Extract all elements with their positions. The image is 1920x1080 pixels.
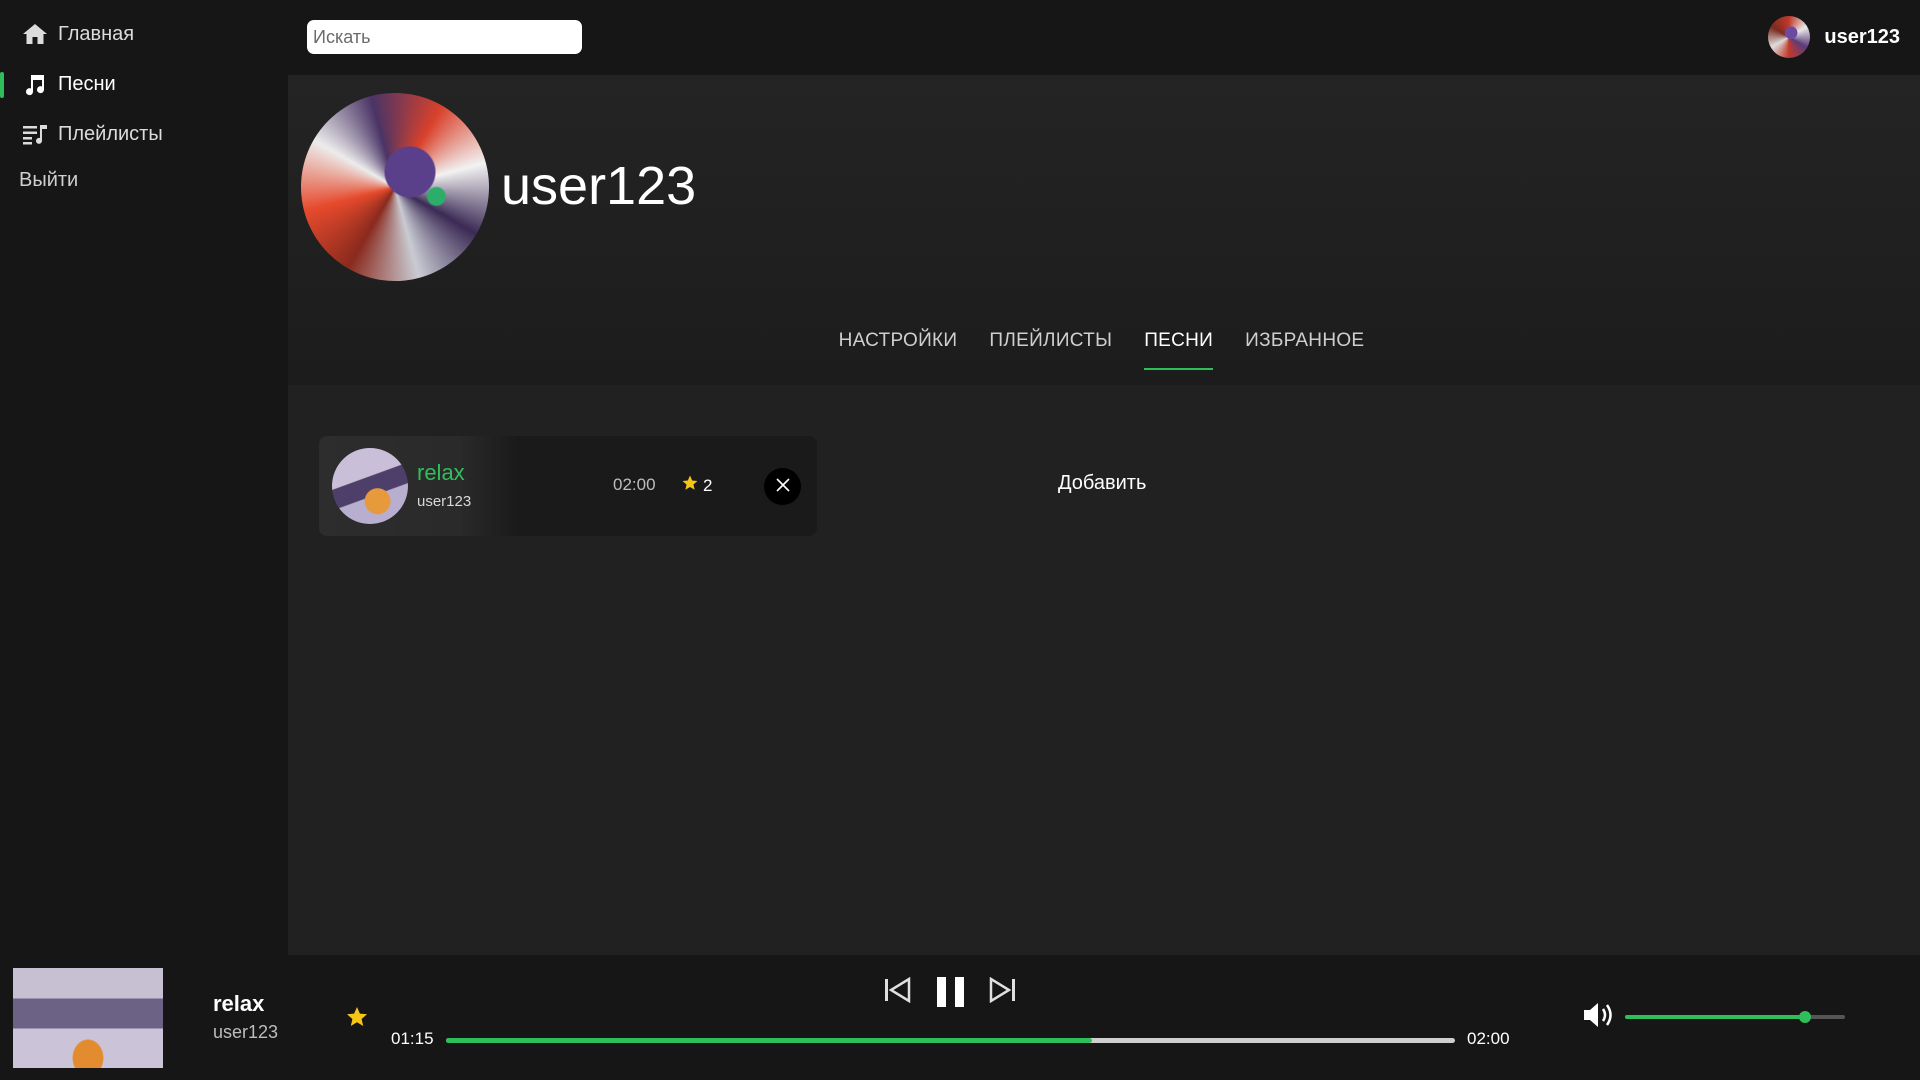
player-cover: [13, 968, 163, 1068]
music-note-icon: [22, 71, 48, 97]
home-icon: [22, 21, 48, 47]
player-artist: user123: [213, 1022, 279, 1042]
add-song-button[interactable]: Добавить: [1058, 472, 1146, 495]
sidebar: Главная Песни Плейлисты Выйти: [0, 0, 288, 955]
playlist-icon: [22, 121, 48, 147]
avatar: [1768, 16, 1811, 58]
pause-button[interactable]: [935, 975, 967, 1012]
volume-icon[interactable]: [1582, 1000, 1616, 1035]
song-duration: 02:00: [613, 475, 656, 494]
top-user-name: user123: [1824, 25, 1900, 48]
sidebar-item-label: Песни: [58, 72, 116, 95]
profile-tabs: НАСТРОЙКИ ПЛЕЙЛИСТЫ ПЕСНИ ИЗБРАННОЕ: [288, 330, 1920, 370]
progress-fill: [446, 1038, 1092, 1043]
song-card[interactable]: relax user123 02:00 2: [319, 436, 817, 536]
playback-controls: [880, 975, 1020, 1017]
next-button[interactable]: [989, 976, 1017, 1006]
song-favorites[interactable]: 2: [681, 474, 712, 497]
previous-button[interactable]: [883, 976, 911, 1006]
sidebar-item-songs[interactable]: Песни: [0, 64, 288, 104]
tab-settings[interactable]: НАСТРОЙКИ: [839, 330, 958, 370]
volume-slider[interactable]: [1625, 1011, 1845, 1023]
player-bar: relax user123 01:15 02:00: [0, 955, 1920, 1080]
sidebar-item-label: Плейлисты: [58, 122, 163, 145]
pause-icon: [935, 977, 967, 1012]
profile-name: user123: [501, 156, 697, 216]
song-title: relax: [417, 460, 465, 485]
logout-link[interactable]: Выйти: [0, 160, 288, 200]
tab-favorites[interactable]: ИЗБРАННОЕ: [1245, 330, 1364, 370]
profile-header: user123 НАСТРОЙКИ ПЛЕЙЛИСТЫ ПЕСНИ ИЗБРАН…: [288, 75, 1920, 385]
volume-handle[interactable]: [1799, 1011, 1812, 1023]
song-cover: [332, 448, 408, 524]
sidebar-item-home[interactable]: Главная: [0, 14, 288, 54]
star-icon: [681, 474, 699, 497]
remove-song-button[interactable]: [764, 468, 801, 505]
player-title: relax: [213, 991, 265, 1016]
sidebar-item-playlists[interactable]: Плейлисты: [0, 114, 288, 154]
profile-avatar: [301, 93, 489, 281]
favorites-count: 2: [703, 475, 713, 495]
current-time: 01:15: [391, 1029, 434, 1048]
top-user-menu[interactable]: user123: [1768, 16, 1900, 58]
skip-next-icon: [989, 976, 1017, 1006]
sidebar-item-label: Главная: [58, 22, 135, 45]
search-input[interactable]: [307, 20, 582, 54]
volume-fill: [1625, 1015, 1806, 1019]
progress-bar[interactable]: [446, 1038, 1455, 1043]
tab-playlists[interactable]: ПЛЕЙЛИСТЫ: [989, 330, 1112, 370]
tab-songs[interactable]: ПЕСНИ: [1144, 330, 1214, 370]
logout-label: Выйти: [19, 168, 79, 191]
total-time: 02:00: [1467, 1029, 1510, 1048]
skip-previous-icon: [883, 976, 911, 1006]
close-icon: [775, 478, 790, 495]
player-favorite-star-icon[interactable]: [345, 1005, 369, 1034]
song-artist: user123: [417, 493, 472, 510]
